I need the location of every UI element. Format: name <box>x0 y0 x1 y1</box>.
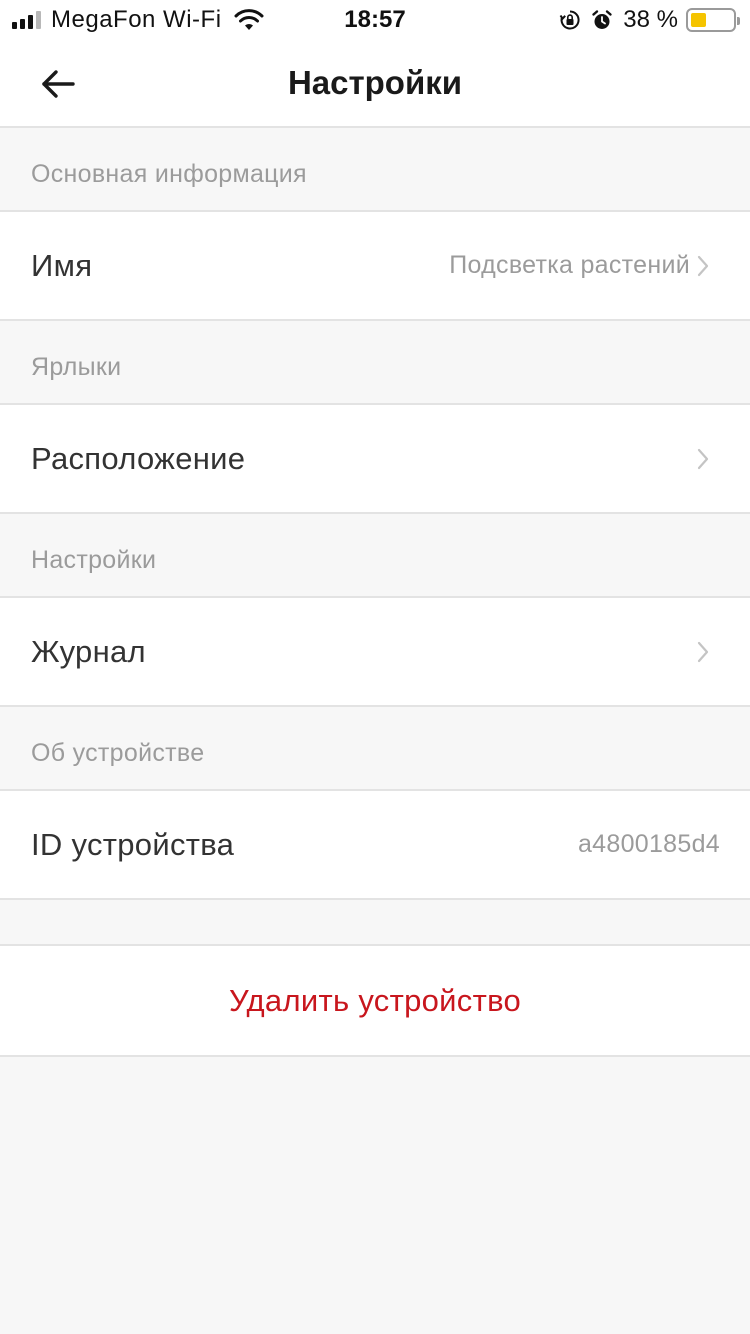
device-id-value: a4800185d4 <box>577 830 720 858</box>
orientation-lock-icon <box>559 10 580 30</box>
battery-icon <box>686 8 740 32</box>
chevron-right-icon <box>697 641 709 662</box>
section-header-basic-info: Основная информация <box>0 128 750 212</box>
status-bar-right: 38 % <box>559 6 740 33</box>
section-header-shortcuts: Ярлыки <box>0 321 750 405</box>
row-label: Журнал <box>31 633 146 669</box>
row-log[interactable]: Журнал <box>0 598 750 707</box>
settings-list: Основная информация Имя Подсветка растен… <box>0 128 750 1057</box>
battery-percent: 38 % <box>623 6 678 33</box>
battery-level <box>691 13 707 27</box>
header-bar: Настройки <box>0 40 750 128</box>
alarm-icon <box>592 10 612 29</box>
chevron-right-icon <box>697 448 709 469</box>
delete-device-button[interactable]: Удалить устройство <box>0 946 750 1057</box>
row-value: Подсветка растений <box>449 251 690 279</box>
section-header-settings: Настройки <box>0 514 750 598</box>
row-location[interactable]: Расположение <box>0 405 750 514</box>
row-label: Расположение <box>31 440 246 476</box>
section-spacer <box>0 900 750 946</box>
row-name[interactable]: Имя Подсветка растений <box>0 212 750 321</box>
row-label: Имя <box>31 247 93 283</box>
chevron-right-icon <box>697 255 709 276</box>
row-device-id: ID устройства a4800185d4 <box>0 791 750 900</box>
page-title: Настройки <box>287 64 463 101</box>
row-label: ID устройства <box>31 826 235 862</box>
status-bar: MegaFon Wi-Fi 18:57 38 % <box>0 0 750 40</box>
delete-device-label: Удалить устройство <box>228 982 522 1018</box>
section-header-about-device: Об устройстве <box>0 707 750 791</box>
